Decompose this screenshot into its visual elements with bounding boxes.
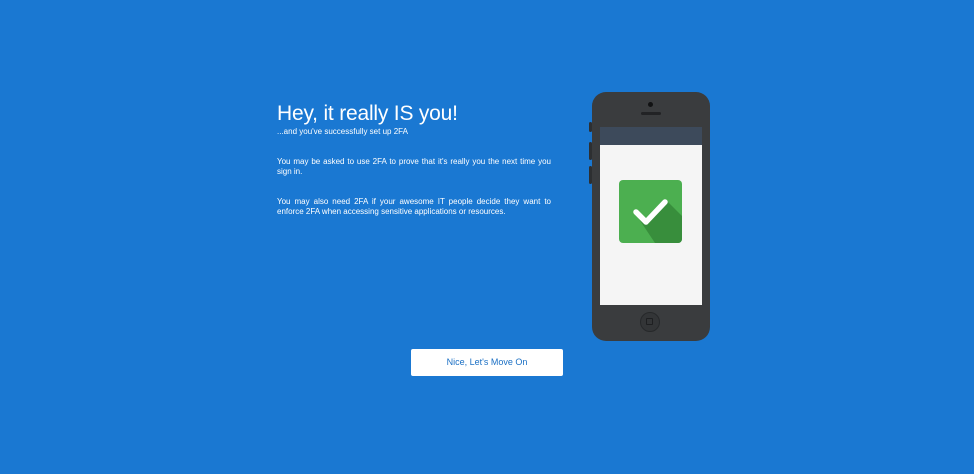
screen-header-bar bbox=[600, 127, 702, 145]
success-check-tile bbox=[619, 180, 682, 243]
checkmark-icon bbox=[633, 199, 668, 225]
phone-volume-down bbox=[589, 166, 592, 184]
move-on-button[interactable]: Nice, Let's Move On bbox=[411, 349, 563, 376]
page-title: Hey, it really IS you! bbox=[277, 102, 458, 125]
phone-home-button bbox=[640, 312, 660, 332]
success-page: Hey, it really IS you! ...and you've suc… bbox=[0, 0, 974, 474]
phone-illustration bbox=[589, 92, 710, 341]
phone-volume-up bbox=[589, 142, 592, 160]
phone-speaker bbox=[641, 112, 661, 115]
phone-camera bbox=[648, 102, 653, 107]
phone-screen bbox=[600, 127, 702, 305]
phone-mute-switch bbox=[589, 122, 592, 132]
page-subtitle: ...and you've successfully set up 2FA bbox=[277, 127, 408, 136]
info-paragraph-enforce: You may also need 2FA if your awesome IT… bbox=[277, 197, 551, 216]
message-block: Hey, it really IS you! ...and you've suc… bbox=[277, 101, 551, 217]
home-button-icon bbox=[646, 318, 653, 325]
info-paragraph-sign-in: You may be asked to use 2FA to prove tha… bbox=[277, 157, 551, 176]
